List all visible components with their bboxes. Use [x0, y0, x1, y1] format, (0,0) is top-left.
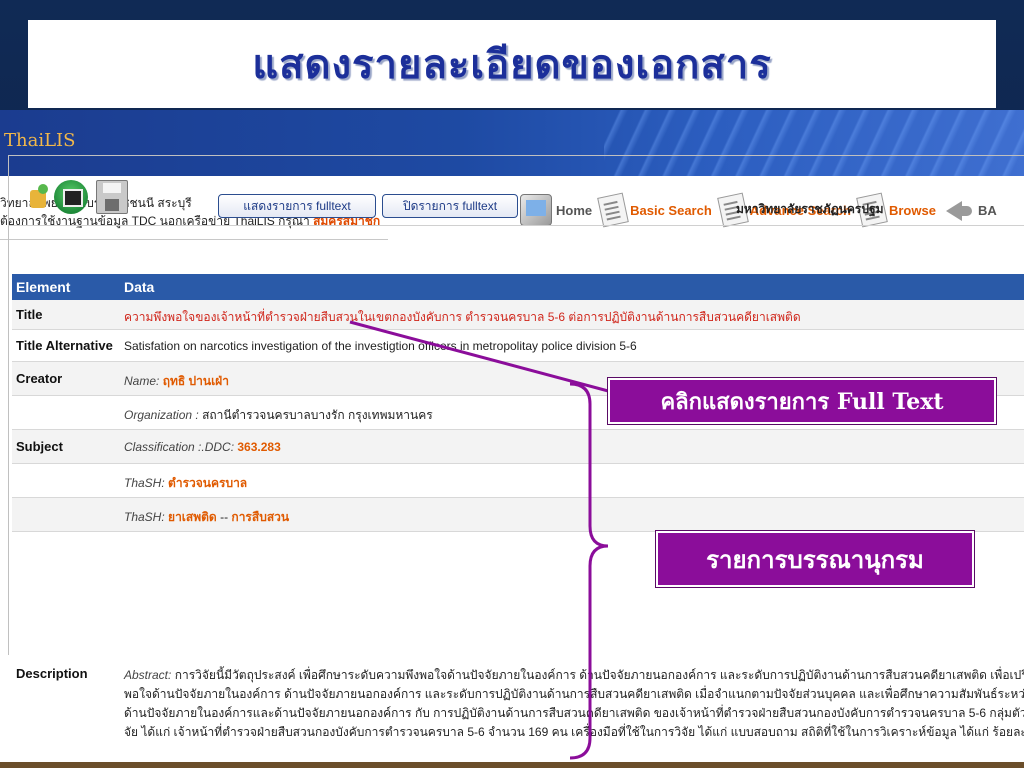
row-label-subject: Subject: [16, 439, 63, 454]
slide-title-banner: แสดงรายละเอียดของเอกสาร: [28, 20, 996, 108]
subject-class-link[interactable]: 363.283: [237, 440, 280, 454]
slide-bottom-strip: [0, 762, 1024, 768]
title-value: ความพึงพอใจของเจ้าหน้าที่ตำรวจฝ่ายสืบสวน…: [124, 310, 801, 324]
close-fulltext-button[interactable]: ปิดรายการ fulltext: [382, 194, 518, 218]
key-icon[interactable]: [30, 180, 50, 210]
subject-thash2-link-a[interactable]: ยาเสพติด: [168, 510, 217, 524]
metadata-table-header: Element Data: [12, 274, 1024, 300]
subject-thash-2: ThaSH: ยาเสพติด -- การสืบสวน: [124, 508, 289, 527]
subject-thash1-key: ThaSH:: [124, 476, 165, 490]
university-name: มหาวิทยาลัยราชภัฏนครปฐม: [736, 202, 884, 216]
row-label-description: Description: [16, 666, 88, 681]
creator-name-key: Name:: [124, 374, 160, 388]
abstract-line-2: พอใจด้านปัจจัยภายในองค์การ ด้านปัจจัยภาย…: [124, 687, 1024, 701]
abstract-key: Abstract:: [124, 668, 172, 682]
abstract-line-1: การวิจัยนี้มีวัตถุประสงค์ เพื่อศึกษาระดั…: [174, 668, 1024, 682]
abstract-line-3: ด้านปัจจัยภายในองค์การและด้านปัจจัยภายนอ…: [124, 706, 1024, 720]
creator-name: Name: ฤทธิ ปานเฝ่า: [124, 372, 229, 391]
creator-org-key: Organization :: [124, 408, 199, 422]
subject-thash1-link[interactable]: ตำรวจนครบาล: [168, 476, 247, 490]
subject-thash2-key: ThaSH:: [124, 510, 165, 524]
printer-icon[interactable]: [54, 180, 88, 214]
fulltext-callout: คลิกแสดงรายการ Full Text: [608, 378, 996, 424]
table-row: ThaSH: ยาเสพติด -- การสืบสวน: [12, 498, 1024, 532]
creator-organization: Organization : สถานีตำรวจนครบาลบางรัก กร…: [124, 406, 433, 425]
bibliography-callout: รายการบรรณานุกรม: [656, 531, 974, 587]
table-row: Subject Classification :.DDC: 363.283: [12, 430, 1024, 464]
table-row: Title ความพึงพอใจของเจ้าหน้าที่ตำรวจฝ่าย…: [12, 300, 1024, 330]
show-fulltext-button[interactable]: แสดงรายการ fulltext: [218, 194, 376, 218]
title-alternative-value: Satisfation on narcotics investigation o…: [124, 339, 637, 353]
save-disk-icon[interactable]: [96, 180, 128, 214]
description-abstract: Abstract: การวิจัยนี้มีวัตถุประสงค์ เพื่…: [124, 666, 1024, 742]
subject-thash2-separator: --: [220, 510, 229, 524]
subject-thash-1: ThaSH: ตำรวจนครบาล: [124, 474, 247, 493]
thailis-logo: ThaiLIS: [4, 130, 76, 151]
creator-name-link[interactable]: ฤทธิ ปานเฝ่า: [163, 374, 229, 388]
row-label-title: Title: [16, 307, 43, 322]
table-row: Title Alternative Satisfation on narcoti…: [12, 330, 1024, 362]
subject-classification: Classification :.DDC: 363.283: [124, 440, 281, 454]
abstract-line: Abstract: การวิจัยนี้มีวัตถุประสงค์ เพื่…: [124, 666, 1024, 685]
creator-org-value: สถานีตำรวจนครบาลบางรัก กรุงเทพมหานคร: [202, 408, 433, 422]
table-row: ThaSH: ตำรวจนครบาล: [12, 464, 1024, 498]
row-label-title-alternative: Title Alternative: [16, 338, 113, 353]
subject-class-key: Classification :.DDC:: [124, 440, 235, 454]
abstract-line-4: จัย ได้แก่ เจ้าหน้าที่ตำรวจฝ่ายสืบสวนกอง…: [124, 725, 1024, 739]
row-label-creator: Creator: [16, 371, 63, 386]
column-element: Element: [16, 279, 71, 295]
slide-title: แสดงรายละเอียดของเอกสาร: [252, 42, 772, 88]
subject-thash2-link-b[interactable]: การสืบสวน: [231, 510, 289, 524]
column-data: Data: [124, 279, 155, 295]
